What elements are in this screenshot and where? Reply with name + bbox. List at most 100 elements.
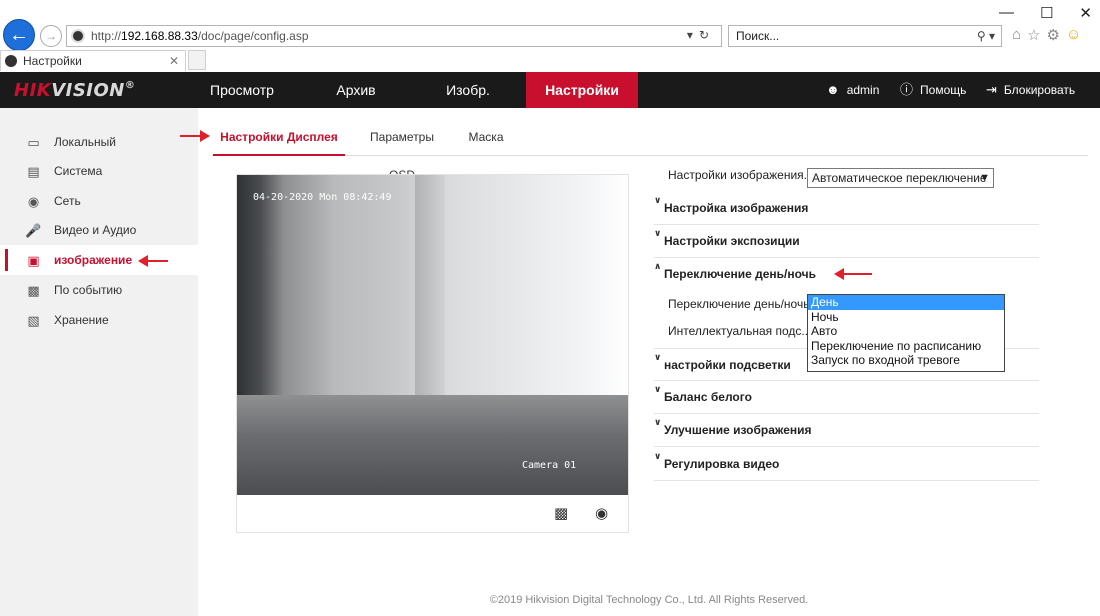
info-icon: ⓘ bbox=[900, 82, 914, 97]
address-tools[interactable]: ▾↻ bbox=[687, 28, 715, 42]
dropdown-option-night[interactable]: Ночь bbox=[808, 310, 1004, 325]
globe-icon: ◉ bbox=[27, 193, 40, 209]
lock-label: Блокировать bbox=[1003, 83, 1076, 97]
dropdown-option-day[interactable]: День bbox=[808, 295, 1004, 310]
section-video-adjustment[interactable]: ∨ Регулировка видео bbox=[654, 448, 1039, 481]
app-header: HIKVISION® Просмотр Архив Изобр. Настрой… bbox=[0, 72, 1100, 108]
dropdown-icon[interactable]: ▾ bbox=[687, 28, 699, 42]
address-bar[interactable]: http://192.168.88.33/doc/page/config.asp… bbox=[66, 25, 722, 47]
search-input[interactable]: Поиск... ⚲ ▾ bbox=[728, 25, 1002, 47]
sidebar-item-label: Видео и Аудио bbox=[54, 223, 137, 237]
user-icon: ☻ bbox=[826, 82, 840, 97]
chevron-down-icon: ∨ bbox=[654, 352, 662, 362]
url-path: /doc/page/config.asp bbox=[197, 29, 309, 43]
tab-privacy-mask[interactable]: Маска bbox=[466, 118, 506, 156]
osd-timestamp: 04-20-2020 Mon 08:42:49 bbox=[253, 192, 392, 203]
feedback-smiley-icon[interactable]: ☺ bbox=[1066, 26, 1081, 44]
image-settings-select[interactable]: Автоматическое переключение ▼ bbox=[807, 168, 994, 188]
video-controls: ▩ ◉ bbox=[237, 495, 628, 532]
image-icon: ▣ bbox=[27, 252, 40, 268]
forward-button[interactable]: → bbox=[40, 25, 62, 47]
logout-icon: ⇥ bbox=[986, 82, 997, 97]
help-button[interactable]: ⓘ Помощь bbox=[900, 72, 966, 108]
favorites-star-icon[interactable]: ☆ bbox=[1027, 26, 1040, 44]
chevron-down-icon: ∨ bbox=[654, 195, 662, 205]
sidebar-item-event[interactable]: ▩ По событию bbox=[0, 275, 198, 305]
back-button[interactable]: ← bbox=[3, 19, 35, 51]
day-night-dropdown[interactable]: День Ночь Авто Переключение по расписани… bbox=[807, 294, 1005, 372]
sidebar-item-local[interactable]: ▭ Локальный bbox=[0, 127, 198, 157]
tab-close-icon[interactable]: ✕ bbox=[169, 54, 179, 68]
storage-icon: ▧ bbox=[27, 312, 40, 328]
image-settings-label: Настройки изображения... bbox=[668, 168, 814, 182]
refresh-icon[interactable]: ↻ bbox=[699, 28, 715, 42]
chevron-up-icon: ∧ bbox=[654, 261, 662, 271]
browser-chrome: — ☐ ✕ ← → http://192.168.88.33/doc/page/… bbox=[0, 0, 1100, 72]
nav-live-view[interactable]: Просмотр bbox=[196, 72, 288, 108]
lock-button[interactable]: ⇥ Блокировать bbox=[986, 72, 1075, 108]
dropdown-option-alarm-input[interactable]: Запуск по входной тревоге bbox=[808, 353, 1004, 368]
tab-title: Настройки bbox=[23, 54, 82, 68]
forward-arrow-icon: → bbox=[45, 29, 57, 43]
nav-playback[interactable]: Архив bbox=[310, 72, 402, 108]
chevron-down-icon: ∨ bbox=[654, 451, 662, 461]
chevron-down-icon: ∨ bbox=[654, 417, 662, 427]
url-host: 192.168.88.33 bbox=[121, 29, 198, 43]
search-placeholder: Поиск... bbox=[736, 29, 780, 43]
search-icon[interactable]: ⚲ ▾ bbox=[977, 26, 995, 46]
sidebar-item-label: Сеть bbox=[54, 194, 81, 208]
section-image-enhancement[interactable]: ∨ Улучшение изображения bbox=[654, 414, 1039, 447]
browser-tab[interactable]: Настройки ✕ bbox=[0, 50, 186, 71]
smart-supplement-label: Интеллектуальная подс... bbox=[668, 324, 812, 338]
dropdown-option-schedule[interactable]: Переключение по расписанию bbox=[808, 339, 1004, 354]
window-controls: — ☐ ✕ bbox=[999, 4, 1092, 22]
live-video[interactable]: 04-20-2020 Mon 08:42:49 Camera 01 bbox=[237, 175, 628, 495]
sidebar-item-label: Система bbox=[54, 164, 103, 178]
tab-osd-settings[interactable]: Параметры OSD bbox=[356, 118, 448, 182]
close-window-icon[interactable]: ✕ bbox=[1079, 4, 1092, 22]
url-scheme: http:// bbox=[91, 29, 122, 43]
sidebar: ▭ Локальный ▤ Система ◉ Сеть 🎤 Видео и Аудио… bbox=[0, 108, 198, 616]
chevron-down-icon: ∨ bbox=[654, 384, 662, 394]
user-menu[interactable]: ☻ admin bbox=[826, 72, 879, 108]
camera-snapshot-icon[interactable]: ◉ bbox=[595, 504, 608, 522]
settings-gear-icon[interactable]: ⚙ bbox=[1047, 26, 1060, 44]
sidebar-item-label: Хранение bbox=[54, 313, 109, 327]
calendar-icon: ▩ bbox=[27, 282, 40, 298]
new-tab-button[interactable] bbox=[188, 50, 206, 70]
osd-camera-name: Camera 01 bbox=[522, 460, 577, 471]
browser-toolbar-icons: ⌂ ☆ ⚙ ☺ bbox=[1012, 26, 1081, 44]
sidebar-item-label: Локальный bbox=[54, 135, 116, 149]
nav-picture[interactable]: Изобр. bbox=[422, 72, 514, 108]
minimize-icon[interactable]: — bbox=[999, 4, 1014, 22]
site-icon bbox=[71, 29, 85, 43]
copyright-footer: ©2019 Hikvision Digital Technology Co., … bbox=[489, 594, 809, 606]
microphone-icon: 🎤 bbox=[25, 222, 42, 238]
sidebar-item-video-audio[interactable]: 🎤 Видео и Аудио bbox=[0, 215, 198, 245]
video-floor bbox=[237, 395, 628, 495]
record-icon[interactable]: ▩ bbox=[554, 504, 568, 522]
sidebar-item-network[interactable]: ◉ Сеть bbox=[0, 186, 198, 216]
nav-configuration[interactable]: Настройки bbox=[526, 72, 638, 108]
help-label: Помощь bbox=[920, 83, 967, 97]
chevron-down-icon: ▼ bbox=[979, 172, 990, 184]
back-arrow-icon: ← bbox=[9, 24, 29, 46]
monitor-icon: ▭ bbox=[27, 134, 40, 150]
home-icon[interactable]: ⌂ bbox=[1012, 26, 1021, 44]
annotation-arrow-day-night bbox=[834, 268, 872, 280]
maximize-icon[interactable]: ☐ bbox=[1040, 4, 1053, 22]
section-exposure[interactable]: ∨ Настройки экспозиции bbox=[654, 225, 1039, 258]
chevron-down-icon: ∨ bbox=[654, 228, 662, 238]
sidebar-item-system[interactable]: ▤ Система bbox=[0, 156, 198, 186]
sidebar-item-label: По событию bbox=[54, 283, 123, 297]
sidebar-item-storage[interactable]: ▧ Хранение bbox=[0, 305, 198, 335]
annotation-arrow-sidebar bbox=[138, 255, 168, 267]
user-name: admin bbox=[846, 83, 880, 97]
section-white-balance[interactable]: ∨ Баланс белого bbox=[654, 381, 1039, 414]
tab-display-settings[interactable]: Настройки Дисплея bbox=[213, 118, 345, 156]
dropdown-option-auto[interactable]: Авто bbox=[808, 324, 1004, 339]
section-image-adjustment[interactable]: ∨ Настройка изображения bbox=[654, 192, 1039, 225]
sidebar-item-image[interactable]: ▣ изображение bbox=[0, 245, 198, 275]
config-tabs: Настройки Дисплея Параметры OSD Маска bbox=[212, 118, 1088, 182]
video-preview-box: 04-20-2020 Mon 08:42:49 Camera 01 ▩ ◉ bbox=[236, 174, 629, 533]
